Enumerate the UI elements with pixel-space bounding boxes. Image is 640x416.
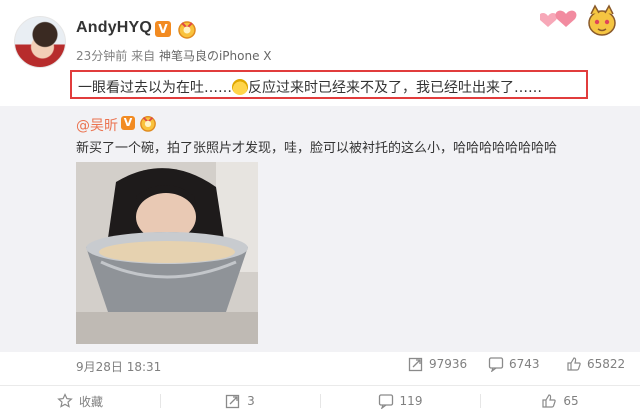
post-username[interactable]: AndyHYQ bbox=[76, 19, 152, 37]
repost-text: 新买了一个碗，拍了张照片才发现，哇，脸可以被衬托的这么小，哈哈哈哈哈哈哈哈 bbox=[76, 141, 558, 156]
favorite-label: 收藏 bbox=[78, 394, 103, 409]
hearts-decoration bbox=[540, 4, 616, 36]
highlighted-content: 一眼看过去以为在吐…… 反应过来时已经来不及了，我已经吐出来了…… bbox=[70, 70, 588, 99]
repost-action-icon bbox=[226, 394, 240, 409]
like-count-stat[interactable]: 65822 bbox=[566, 356, 625, 372]
repost-date: 9月28日 18:31 bbox=[76, 360, 162, 374]
post-content-part1: 一眼看过去以为在吐…… bbox=[78, 80, 232, 96]
repost-username[interactable]: @吴昕 bbox=[76, 115, 118, 135]
comment-count: 6743 bbox=[509, 357, 540, 371]
medal-icon bbox=[178, 21, 196, 39]
post-meta: 23分钟前 来自 神笔马良のiPhone X bbox=[76, 47, 272, 64]
star-icon bbox=[57, 393, 73, 408]
repost-verified-icon: V bbox=[121, 116, 135, 130]
comment-count-stat[interactable]: 6743 bbox=[488, 356, 540, 372]
repost-medal-icon bbox=[140, 116, 156, 132]
reposted-weibo[interactable]: @吴昕 V 新买了一个碗，拍了张照片才发现，哇，脸可以被衬托的这么小，哈哈哈哈哈… bbox=[0, 106, 640, 374]
comment-button[interactable]: 119 bbox=[320, 386, 480, 416]
bowl-photo-image bbox=[76, 162, 258, 344]
like-count: 65822 bbox=[587, 357, 626, 371]
repost-icon bbox=[408, 357, 423, 372]
repost-count: 97936 bbox=[429, 357, 468, 371]
post-time: 23分钟前 bbox=[76, 49, 128, 63]
weibo-post: AndyHYQ V 23分钟前 来自 神笔马良のiPhone X 一眼看过去以为… bbox=[0, 0, 640, 106]
post-source[interactable]: 神笔马良のiPhone X bbox=[159, 49, 272, 63]
post-content: 一眼看过去以为在吐…… 反应过来时已经来不及了，我已经吐出来了…… bbox=[78, 77, 542, 97]
like-button[interactable]: 65 bbox=[480, 386, 640, 416]
action-bar: 收藏 3 119 65 bbox=[0, 386, 640, 416]
comment-action-count: 119 bbox=[399, 394, 423, 408]
post-content-part2: 反应过来时已经来不及了，我已经吐出来了…… bbox=[248, 80, 542, 96]
favorite-button[interactable]: 收藏 bbox=[0, 386, 160, 416]
like-icon bbox=[567, 357, 581, 371]
like-action-icon bbox=[542, 394, 557, 408]
avatar[interactable] bbox=[14, 16, 66, 68]
comment-action-icon bbox=[378, 394, 393, 409]
via-label: 来自 bbox=[131, 49, 156, 63]
repost-button[interactable]: 3 bbox=[160, 386, 320, 416]
comment-icon bbox=[488, 357, 504, 372]
repost-action-count: 3 bbox=[247, 394, 255, 408]
repost-count-stat[interactable]: 97936 bbox=[408, 356, 467, 372]
like-action-count: 65 bbox=[563, 394, 579, 408]
emoji-icon bbox=[232, 79, 248, 95]
repost-photo[interactable] bbox=[76, 162, 258, 344]
verified-icon: V bbox=[155, 21, 171, 37]
